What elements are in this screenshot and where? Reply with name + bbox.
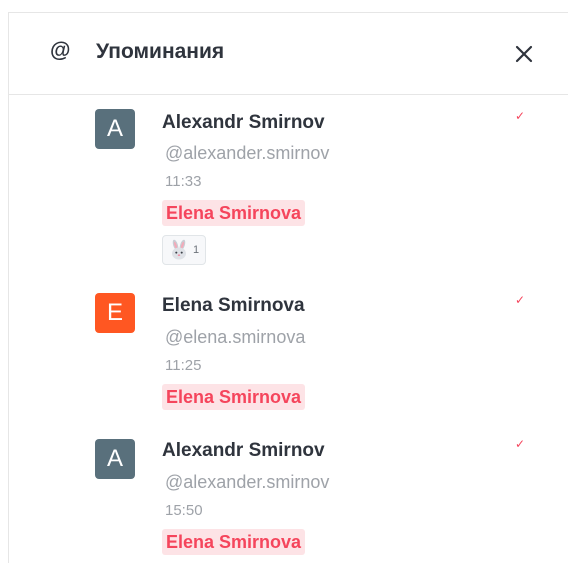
- author-name[interactable]: Elena Smirnova: [162, 294, 305, 318]
- reaction-button[interactable]: 1: [162, 235, 206, 265]
- read-check-icon: ✓: [515, 293, 526, 307]
- message-time: 11:33: [165, 173, 202, 190]
- avatar[interactable]: E: [95, 293, 135, 333]
- author-username: @elena.smirnova: [165, 327, 306, 347]
- read-check-icon: ✓: [515, 437, 526, 451]
- user-mention[interactable]: Elena Smirnova: [162, 200, 306, 226]
- avatar[interactable]: A: [95, 109, 135, 149]
- message-time: 11:25: [165, 357, 202, 374]
- reaction-count: 1: [193, 244, 200, 256]
- close-icon: [515, 45, 533, 63]
- author-username: @alexander.smirnov: [165, 472, 330, 492]
- panel-title: Упоминания: [96, 40, 225, 63]
- message-time: 15:50: [165, 502, 203, 519]
- author-name[interactable]: Alexandr Smirnov: [162, 439, 325, 463]
- author-name[interactable]: Alexandr Smirnov: [162, 111, 325, 135]
- user-mention[interactable]: Elena Smirnova: [162, 384, 306, 410]
- rabbit-face-icon: [172, 239, 186, 260]
- mentions-panel: @ Упоминания A Alexandr Smirnov @alexand…: [8, 12, 568, 563]
- at-sign-icon: @: [50, 39, 71, 62]
- avatar[interactable]: A: [95, 439, 135, 479]
- close-button[interactable]: [509, 39, 539, 69]
- read-check-icon: ✓: [515, 109, 526, 123]
- author-username: @alexander.smirnov: [165, 143, 330, 163]
- user-mention[interactable]: Elena Smirnova: [162, 529, 306, 555]
- panel-header: @ Упоминания: [9, 13, 568, 95]
